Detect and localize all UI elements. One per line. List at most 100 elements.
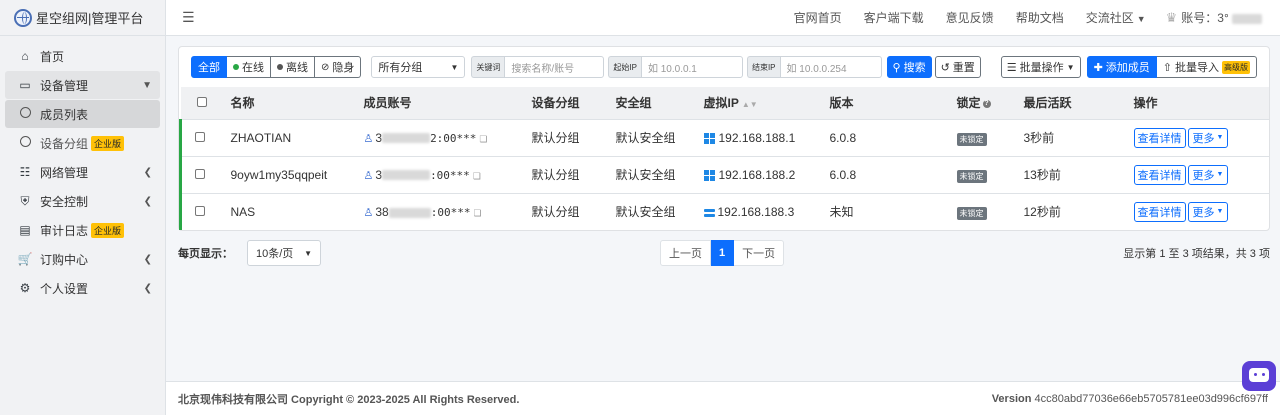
add-member-button[interactable]: ✚ 添加成员 bbox=[1086, 56, 1157, 78]
cell-lock: 未锁定 bbox=[956, 193, 1024, 230]
cell-name: ZHAOTIAN bbox=[230, 130, 292, 145]
list-icon: ☰ bbox=[1006, 61, 1017, 74]
cell-lock: 未锁定 bbox=[956, 119, 1024, 156]
account-suffix: :00*** bbox=[430, 205, 471, 219]
member-list-card: 全部 在线 离线 ⊘ 隐身 所有分组 ▼ 关键词 搜索名称/账号 起始IP 如 10… bbox=[178, 46, 1270, 231]
sidebar-item-label: 设备分组 bbox=[40, 136, 89, 151]
cell-virtual-ip: 192.168.188.1 bbox=[703, 119, 830, 156]
sidebar-item-order-center[interactable]: 🛒 订购中心 ❮ bbox=[5, 245, 160, 273]
sidebar-item-member-list[interactable]: 成员列表 bbox=[5, 100, 160, 128]
view-detail-button[interactable]: 查看详情 bbox=[1133, 127, 1186, 148]
offline-dot-icon bbox=[277, 64, 283, 70]
chatbot-icon[interactable] bbox=[1242, 361, 1276, 391]
reset-button[interactable]: ↺ 重置 bbox=[934, 56, 981, 78]
top-link-client-download[interactable]: 客户端下载 bbox=[864, 9, 924, 26]
row-checkbox[interactable] bbox=[195, 168, 205, 179]
caret-down-icon: ▼ bbox=[1216, 171, 1224, 178]
top-link-help-docs[interactable]: 帮助文档 bbox=[1016, 9, 1064, 26]
cell-actions: 查看详情 更多 ▼ bbox=[1133, 193, 1270, 230]
eye-slash-icon: ⊘ bbox=[321, 61, 330, 73]
sidebar-item-label: 安全控制 bbox=[40, 194, 89, 209]
sidebar-item-device-management[interactable]: ▭ 设备管理 ▼ bbox=[5, 71, 160, 99]
sidebar-item-audit-log[interactable]: ▤ 审计日志 企业版 bbox=[5, 216, 160, 244]
sidebar-item-label: 成员列表 bbox=[40, 107, 89, 122]
row-checkbox[interactable] bbox=[195, 131, 205, 142]
upload-icon: ⇧ bbox=[1162, 61, 1172, 74]
member-actions-group: ✚ 添加成员 ⇧ 批量导入 高级版 bbox=[1086, 56, 1257, 78]
top-navbar: ☰ 官网首页 客户端下载 意见反馈 帮助文档 交流社区 ▼ ♛ 账号：3ᐤ bbox=[166, 0, 1280, 36]
end-ip-input-group: 结束IP 如 10.0.0.254 bbox=[746, 56, 882, 78]
lock-status-badge: 未锁定 bbox=[956, 169, 987, 183]
header-virtual-ip[interactable]: 虚拟IP ▲▼ bbox=[704, 87, 830, 119]
row-checkbox[interactable] bbox=[195, 205, 205, 216]
account-menu[interactable]: 账号：3ᐤ bbox=[1181, 9, 1262, 26]
reset-button-label: 重置 bbox=[952, 62, 975, 74]
caret-down-icon: ▼ bbox=[1216, 208, 1224, 216]
view-detail-button[interactable]: 查看详情 bbox=[1133, 201, 1186, 222]
chevron-left-icon: ❮ bbox=[143, 166, 152, 178]
start-ip-label: 起始IP bbox=[608, 56, 641, 78]
batch-import-button[interactable]: ⇧ 批量导入 高级版 bbox=[1156, 56, 1257, 78]
start-ip-input[interactable]: 如 10.0.0.1 bbox=[640, 56, 743, 78]
user-gear-icon: ⚙ bbox=[19, 281, 31, 295]
user-plus-icon: ✚ bbox=[1093, 61, 1103, 74]
cell-account: ♙ 38:00*** ❏ bbox=[364, 193, 532, 230]
redacted-account bbox=[1232, 13, 1262, 24]
sidebar-item-personal-settings[interactable]: ⚙ 个人设置 ❮ bbox=[5, 274, 160, 302]
sidebar-item-security-control[interactable]: ⛨ 安全控制 ❮ bbox=[5, 187, 160, 215]
help-icon[interactable]: ? bbox=[982, 100, 991, 109]
filter-hidden-button[interactable]: ⊘ 隐身 bbox=[315, 56, 362, 78]
filter-all-button[interactable]: 全部 bbox=[191, 56, 227, 78]
keyword-input[interactable]: 搜索名称/账号 bbox=[504, 56, 605, 78]
batch-ops-button[interactable]: ☰ 批量操作 ▼ bbox=[1000, 56, 1081, 78]
sidebar-item-label: 设备管理 bbox=[40, 78, 89, 93]
brand[interactable]: 星空组网|管理平台 bbox=[0, 0, 165, 36]
prev-page-button[interactable]: 上一页 bbox=[660, 240, 711, 266]
more-button[interactable]: 更多 ▼ bbox=[1187, 127, 1229, 148]
filter-online-button[interactable]: 在线 bbox=[227, 56, 271, 78]
filter-offline-label: 离线 bbox=[286, 62, 308, 74]
more-button[interactable]: 更多 ▼ bbox=[1187, 201, 1229, 222]
more-button[interactable]: 更多 ▼ bbox=[1187, 164, 1229, 185]
keyword-label: 关键词 bbox=[471, 56, 505, 78]
per-page-select[interactable]: 10条/页 ▼ bbox=[247, 240, 321, 266]
sidebar-item-home[interactable]: ⌂ 首页 bbox=[5, 42, 160, 70]
user-icon: ♙ bbox=[363, 169, 374, 182]
enterprise-badge: 企业版 bbox=[91, 222, 125, 238]
search-button[interactable]: ⚲ 搜索 bbox=[886, 56, 932, 78]
cell-security: 默认安全组 bbox=[615, 168, 676, 182]
shield-icon: ⛨ bbox=[20, 193, 30, 208]
page-button-current[interactable]: 1 bbox=[711, 240, 735, 266]
circle-icon bbox=[17, 136, 33, 150]
top-link-feedback[interactable]: 意见反馈 bbox=[946, 9, 994, 26]
copy-icon[interactable]: ❏ bbox=[473, 208, 481, 218]
sort-icon[interactable]: ▲▼ bbox=[742, 100, 758, 109]
top-link-official-site[interactable]: 官网首页 bbox=[794, 9, 842, 26]
cell-group: 默认分组 bbox=[531, 131, 580, 145]
virtual-ip: 192.168.188.3 bbox=[717, 204, 795, 219]
more-button-label: 更多 bbox=[1192, 169, 1215, 182]
top-link-community-label: 交流社区 bbox=[1085, 11, 1134, 25]
redacted-account bbox=[382, 133, 431, 144]
version-info: Version 4cc80abd77036e66eb5705781ee03d99… bbox=[992, 393, 1268, 405]
cell-last-active: 3秒前 bbox=[1023, 131, 1055, 145]
sidebar-item-network-management[interactable]: ☷ 网络管理 ❮ bbox=[5, 158, 160, 186]
next-page-button[interactable]: 下一页 bbox=[734, 240, 785, 266]
monitor-icon: ▭ bbox=[19, 78, 31, 92]
footer: 北京现伟科技有限公司 Copyright © 2023-2025 All Rig… bbox=[166, 381, 1280, 415]
copy-icon[interactable]: ❏ bbox=[473, 171, 481, 181]
end-ip-input[interactable]: 如 10.0.0.254 bbox=[779, 56, 882, 78]
hamburger-menu-icon[interactable]: ☰ bbox=[182, 9, 195, 26]
copy-icon[interactable]: ❏ bbox=[479, 134, 487, 144]
top-link-community[interactable]: 交流社区 ▼ bbox=[1086, 9, 1146, 26]
view-detail-button[interactable]: 查看详情 bbox=[1133, 164, 1186, 185]
select-all-checkbox[interactable] bbox=[196, 96, 207, 107]
filter-offline-button[interactable]: 离线 bbox=[271, 56, 315, 78]
chevron-down-icon: ▼ bbox=[142, 79, 152, 91]
header-name[interactable]: 名称 bbox=[231, 87, 364, 119]
select-all-cell bbox=[181, 87, 231, 119]
sidebar-item-device-groups[interactable]: 设备分组 企业版 bbox=[5, 129, 160, 157]
chevron-left-icon: ❮ bbox=[143, 282, 152, 294]
group-select[interactable]: 所有分组 ▼ bbox=[371, 56, 466, 78]
brand-title: 星空组网|管理平台 bbox=[36, 11, 144, 26]
